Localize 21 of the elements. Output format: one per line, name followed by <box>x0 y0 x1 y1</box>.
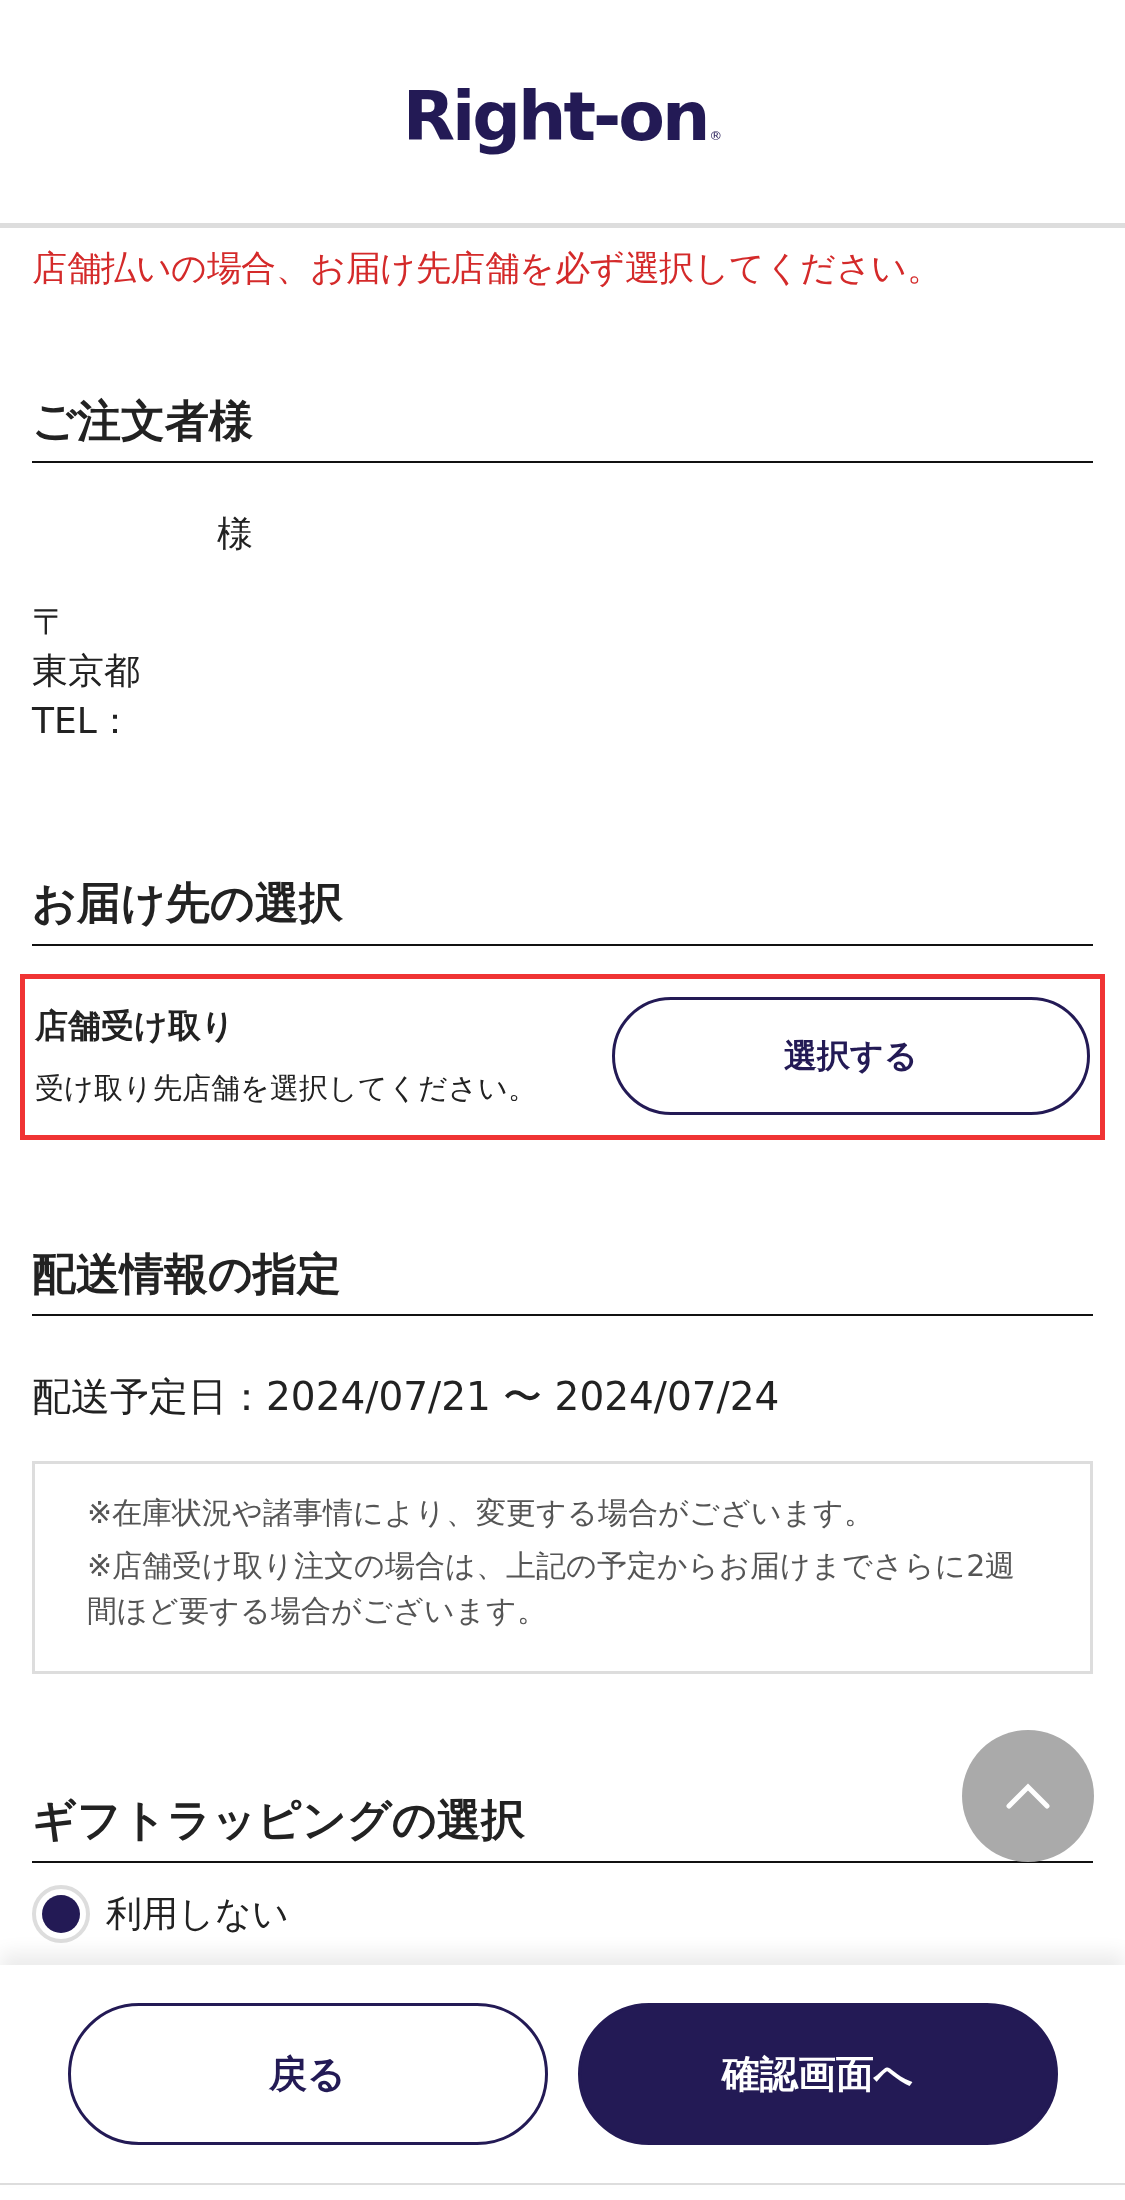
delivery-method: 店舗受け取り <box>35 1005 236 1048</box>
logo: Right-on <box>402 75 708 158</box>
section-heading: ご注文者様 <box>32 394 1093 464</box>
delivery-date: 配送予定日：2024/07/21 〜 2024/07/24 <box>32 1373 781 1422</box>
name-suffix: 様 <box>216 512 253 557</box>
notice-text: ※店舗受け取り注文の場合は、上記の予定からお届けまでさらに2週間ほど要する場合がございます。 <box>87 1546 1017 1630</box>
notice-text: ※在庫状況や諸事情により、変更する場合がございます。 <box>87 1493 876 1532</box>
tel-label: TEL： <box>32 699 133 744</box>
chevron-up-icon <box>1006 1783 1050 1809</box>
section-heading: お届け先の選択 <box>32 876 1093 946</box>
back-button[interactable]: 戻る <box>67 2003 548 2145</box>
select-button[interactable]: 選択する <box>612 996 1090 1115</box>
address-text: 東京都 <box>32 649 140 694</box>
confirm-button[interactable]: 確認画面へ <box>577 2003 1058 2145</box>
error-message: 店舗払いの場合、お届け先店舗を必ず選択してください。 <box>32 247 942 290</box>
radio-button[interactable] <box>32 1884 90 1943</box>
postal-mark: 〒 <box>32 600 68 645</box>
section-heading: 配送情報の指定 <box>32 1247 1093 1317</box>
registered-mark: ® <box>709 126 723 145</box>
hint-text: 受け取り先店舗を選択してください。 <box>35 1069 537 1107</box>
option-label: 利用しない <box>106 1891 289 1936</box>
